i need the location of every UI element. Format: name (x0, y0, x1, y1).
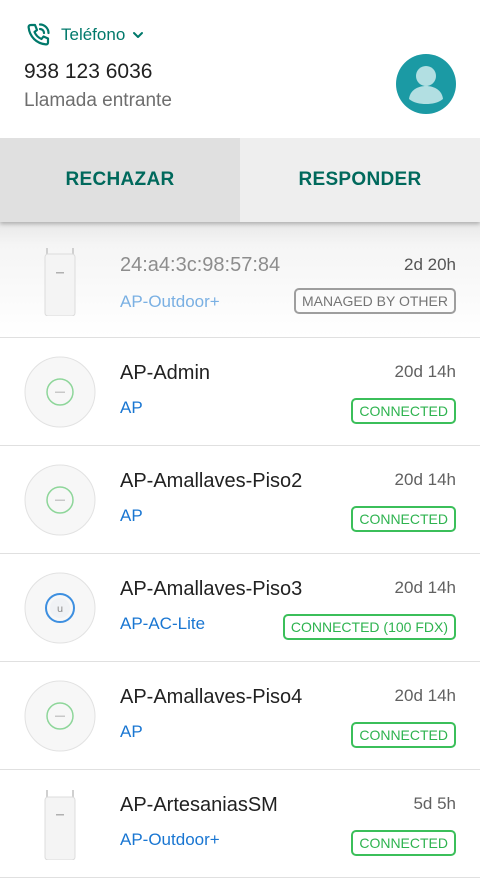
device-name: AP-ArtesaniasSM (120, 794, 278, 816)
svg-text:u: u (57, 604, 63, 615)
chevron-down-icon[interactable] (131, 28, 145, 42)
device-model: AP-Outdoor+ (120, 830, 220, 849)
device-row[interactable]: AP-ArtesaniasSM AP-Outdoor+ 5d 5h CONNEC… (0, 770, 480, 878)
device-model: AP (120, 398, 143, 417)
device-model: AP (120, 506, 143, 525)
device-uptime: 2d 20h (404, 255, 456, 274)
status-badge: CONNECTED (351, 722, 456, 748)
device-row[interactable]: AP-Amallaves-Piso4 AP 20d 14h CONNECTED (0, 662, 480, 770)
call-app-name: Teléfono (61, 25, 126, 44)
device-name: AP-Amallaves-Piso4 (120, 686, 303, 708)
answer-call-button[interactable]: RESPONDER (240, 138, 480, 222)
device-uptime: 20d 14h (394, 686, 456, 705)
ap-outdoor-icon (44, 790, 76, 860)
device-list: 24:a4:3c:98:57:84 AP-Outdoor+ 2d 20h MAN… (0, 222, 480, 878)
phone-call-icon (27, 23, 50, 46)
device-name: AP-Admin (120, 362, 211, 384)
device-uptime: 20d 14h (394, 362, 456, 381)
device-uptime: 5d 5h (413, 794, 456, 813)
status-badge: MANAGED BY OTHER (294, 288, 456, 314)
device-row[interactable]: u AP-Amallaves-Piso3 AP-AC-Lite 20d 14h … (0, 554, 480, 662)
device-name: AP-Amallaves-Piso2 (120, 470, 303, 492)
device-model: AP-Outdoor+ (120, 292, 220, 311)
status-badge: CONNECTED (351, 398, 456, 424)
ap-outdoor-icon (44, 248, 76, 316)
device-row[interactable]: AP-Admin AP 20d 14h CONNECTED (0, 338, 480, 446)
device-model: AP-AC-Lite (120, 614, 206, 633)
ap-ac-lite-icon: u (24, 572, 96, 644)
call-app-header[interactable]: Teléfono (24, 20, 145, 50)
status-badge: CONNECTED (351, 830, 456, 856)
incoming-call-notification[interactable]: Teléfono 938 123 6036 Llamada entrante R… (0, 0, 480, 222)
caller-avatar (396, 54, 456, 114)
device-uptime: 20d 14h (394, 470, 456, 489)
device-uptime: 20d 14h (394, 578, 456, 597)
ap-disc-icon (24, 356, 96, 428)
call-status: Llamada entrante (24, 90, 172, 111)
device-name: AP-Amallaves-Piso3 (120, 578, 303, 600)
device-name: 24:a4:3c:98:57:84 (120, 254, 281, 276)
device-model: AP (120, 722, 143, 741)
person-icon (409, 66, 443, 104)
device-row[interactable]: 24:a4:3c:98:57:84 AP-Outdoor+ 2d 20h MAN… (0, 222, 480, 338)
status-badge: CONNECTED (351, 506, 456, 532)
reject-call-button[interactable]: RECHAZAR (0, 138, 240, 222)
call-actions: RECHAZAR RESPONDER (0, 138, 480, 222)
status-badge: CONNECTED (100 FDX) (282, 614, 456, 640)
device-row[interactable]: AP-Amallaves-Piso2 AP 20d 14h CONNECTED (0, 446, 480, 554)
ap-disc-icon (24, 464, 96, 536)
caller-number: 938 123 6036 (24, 60, 153, 83)
ap-disc-icon (24, 680, 96, 752)
